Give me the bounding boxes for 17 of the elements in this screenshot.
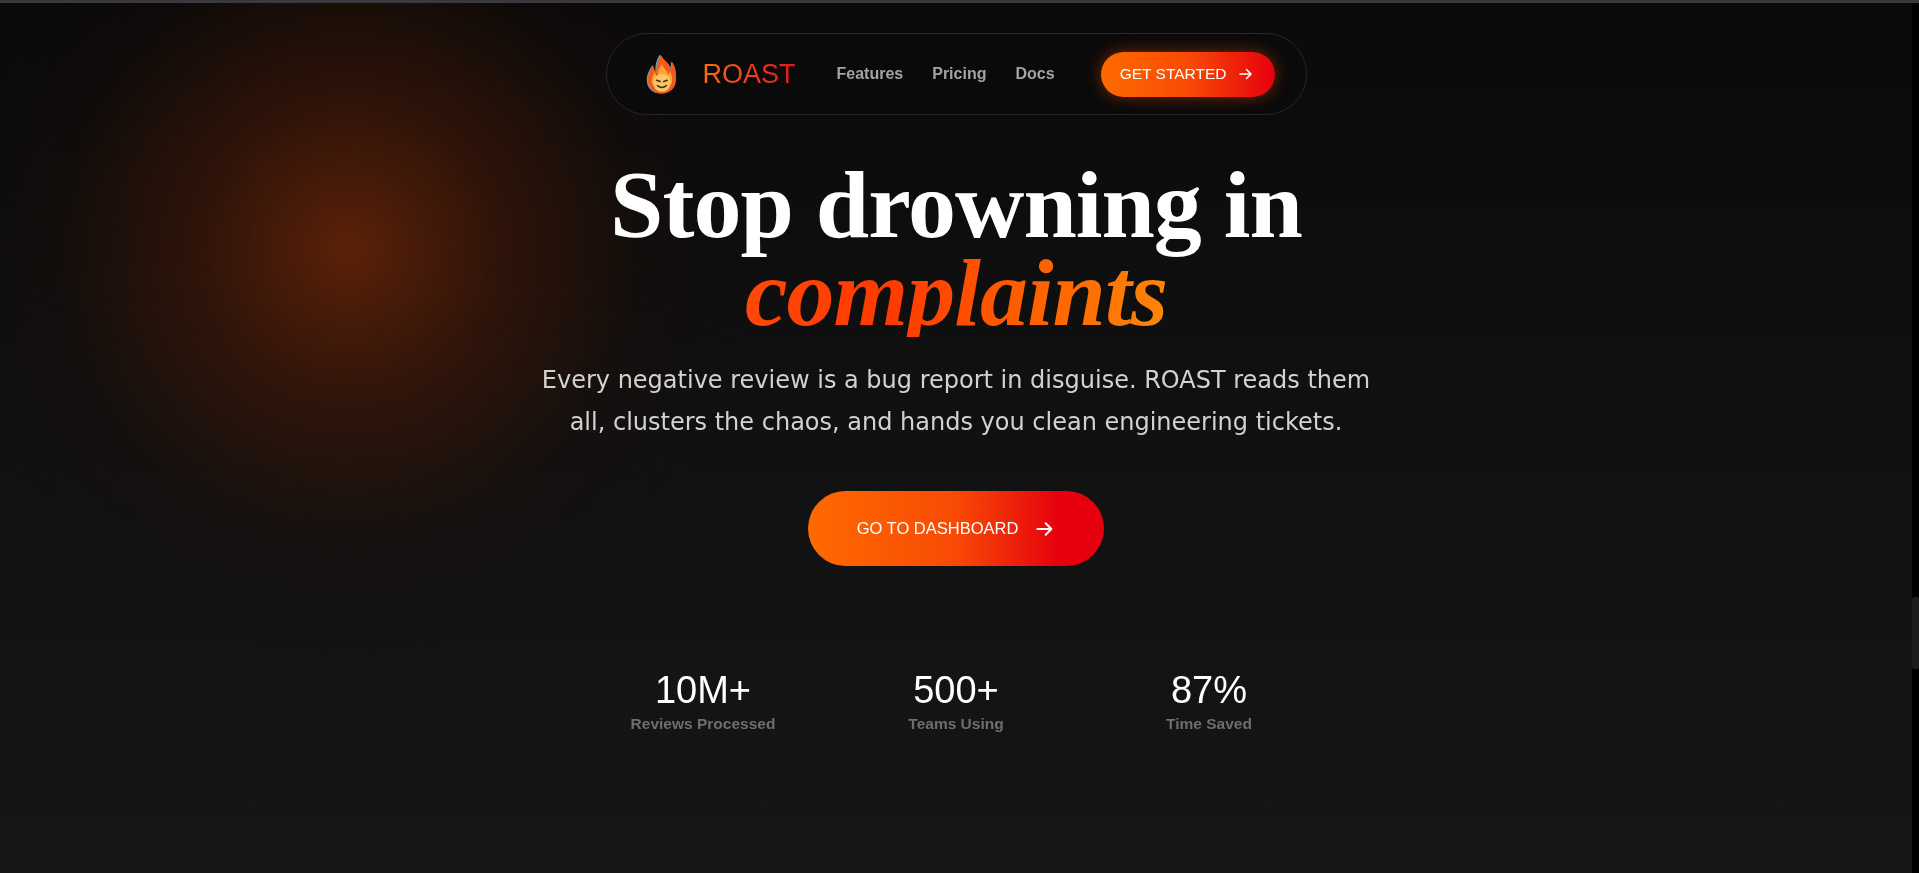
hero-description: Every negative review is a bug report in disguise. ROAST reads them all, clusters the chaos, and hands you clean engineering tickets. — [540, 365, 1372, 438]
hero-heading: Stop drowning in complaints — [609, 161, 1303, 348]
stat-label: Time Saved — [1166, 714, 1252, 734]
stat-value: 500+ — [913, 668, 999, 712]
flame-face-icon — [644, 53, 677, 95]
nav-link[interactable]: Features — [836, 65, 904, 83]
get-started-button[interactable]: GET STARTED — [1100, 51, 1275, 97]
stat-value: 87% — [1170, 668, 1248, 712]
scrollbar-thumb[interactable] — [1912, 597, 1919, 669]
stat-label: Reviews Processed — [630, 714, 776, 734]
arrow-right-icon — [1238, 67, 1253, 81]
stat-label: Teams Using — [908, 714, 1004, 734]
nav-link[interactable]: Pricing — [932, 65, 987, 83]
nav-link[interactable]: Docs — [1015, 65, 1055, 83]
arrow-right-icon — [1036, 519, 1055, 538]
scrollbar-track[interactable] — [1912, 3, 1919, 873]
stat-value: 10M+ — [654, 668, 752, 712]
